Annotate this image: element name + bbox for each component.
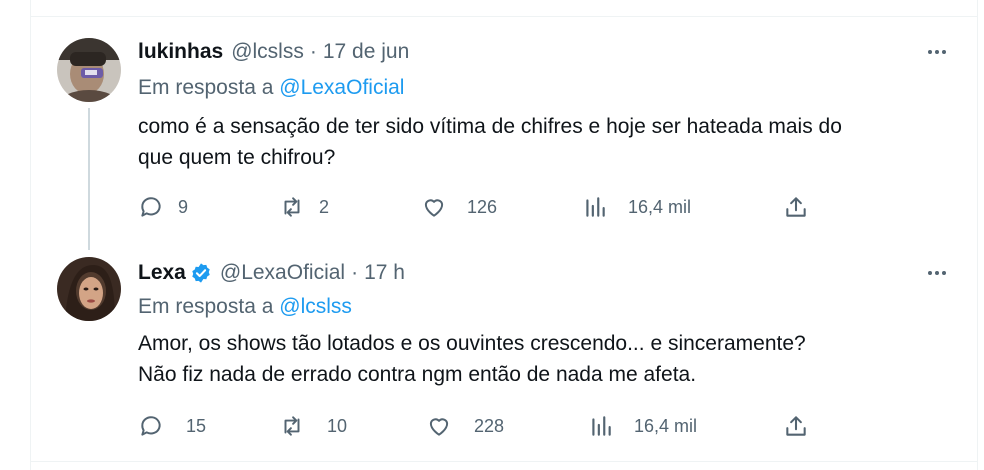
tweet-header: lukinhas @lcslss · 17 de jun [138,38,409,66]
reply-context: Em resposta a @lcslss [138,295,352,319]
retweet-count: 10 [327,415,348,436]
reply-prefix: Em resposta a [138,76,274,99]
reply-count: 15 [186,415,207,436]
divider [30,16,978,17]
divider [30,461,978,462]
thread-line [88,108,90,250]
reply-button[interactable]: 9 [138,192,188,222]
display-name[interactable]: Lexa [138,261,186,285]
retweet-button[interactable]: 10 [279,411,347,441]
avatar-lexa[interactable] [57,257,121,321]
reply-mention-link[interactable]: @LexaOficial [279,76,404,99]
display-name[interactable]: lukinhas [138,40,223,64]
more-dots-icon[interactable] [919,40,955,64]
reply-prefix: Em resposta a [138,295,274,318]
bar-chart-icon [586,197,605,217]
more-dots-icon[interactable] [919,261,955,285]
heart-icon [424,199,444,217]
reply-button[interactable]: 15 [138,411,206,441]
retweet-button[interactable]: 2 [279,192,329,222]
reply-context: Em resposta a @LexaOficial [138,76,404,100]
tweet-text-line: como é a sensação de ter sido vítima de … [138,115,842,138]
tweet-header: Lexa @LexaOficial · 17 h [138,259,405,287]
share-icon [786,197,806,217]
bar-chart-icon [592,416,611,436]
timeline-frame [30,0,978,470]
timestamp[interactable]: 17 de jun [323,40,409,64]
retweet-icon [284,416,300,436]
view-count: 16,4 mil [628,196,692,217]
user-handle[interactable]: @LexaOficial [220,261,345,285]
reply-count: 9 [178,196,189,217]
like-button[interactable]: 228 [426,411,504,441]
tweet-text-line: Não fiz nada de errado contra ngm então … [138,363,697,386]
tweet-text: Amor, os shows tão lotados e os ouvintes… [138,328,958,390]
action-bar: 9 2 126 16,4 mil [138,192,838,222]
avatar-lukinhas[interactable] [57,38,121,102]
user-handle[interactable]: @lcslss [231,40,304,64]
like-count: 228 [474,415,505,436]
tweet-text: como é a sensação de ter sido vítima de … [138,111,958,173]
heart-icon [429,418,449,436]
verified-badge-icon [192,263,210,283]
speech-bubble-icon [141,416,161,436]
speech-bubble-icon [141,197,161,217]
share-icon [786,416,806,436]
like-count: 126 [467,196,498,217]
tweet-text-line: que quem te chifrou? [138,146,336,169]
share-button[interactable] [783,411,809,441]
separator: · [351,261,359,284]
like-button[interactable]: 126 [421,192,497,222]
action-bar: 15 10 228 16,4 mil [138,411,838,441]
tweet-text-line: Amor, os shows tão lotados e os ouvintes… [138,332,806,355]
share-button[interactable] [783,192,809,222]
separator: · [309,40,317,63]
view-count: 16,4 mil [634,415,698,436]
retweet-icon [284,197,300,217]
reply-mention-link[interactable]: @lcslss [279,295,352,318]
views-button[interactable]: 16,4 mil [582,192,691,222]
timestamp[interactable]: 17 h [364,261,405,285]
retweet-count: 2 [319,196,330,217]
views-button[interactable]: 16,4 mil [588,411,697,441]
